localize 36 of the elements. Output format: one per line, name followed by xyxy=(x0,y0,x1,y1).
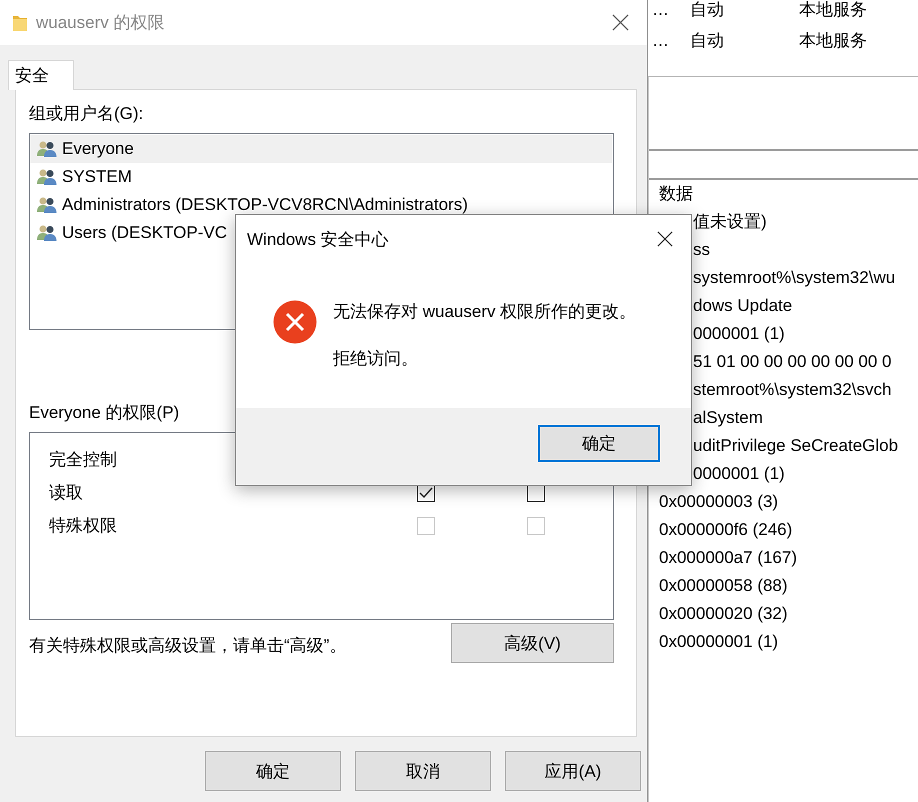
log-on-as: 本地服务 xyxy=(799,30,868,52)
registry-value: 51 01 00 00 00 00 00 00 0 xyxy=(693,352,892,371)
registry-value: dows Update xyxy=(693,296,792,315)
error-message: 无法保存对 wuauserv 权限所作的更改。 xyxy=(333,301,636,323)
user-name: Everyone xyxy=(62,139,134,159)
service-name: … xyxy=(652,0,670,20)
registry-value: alSystem xyxy=(693,408,763,427)
permission-name: 完全控制 xyxy=(49,449,118,471)
startup-type: 自动 xyxy=(690,30,725,52)
groups-label: 组或用户名(G): xyxy=(29,103,144,125)
registry-value: systemroot%\system32\wu xyxy=(693,268,896,287)
registry-value: 0x00000001 (1) xyxy=(659,632,778,651)
permission-name: 读取 xyxy=(49,482,84,504)
user-name: Users (DESKTOP-VC xyxy=(62,223,227,243)
registry-value: 0x00000020 (32) xyxy=(659,604,788,623)
registry-value: 0000001 (1) xyxy=(693,324,785,343)
registry-value: 0x00000058 (88) xyxy=(659,576,788,595)
registry-value: 0x000000a7 (167) xyxy=(659,548,798,567)
dialog-title: Windows 安全中心 xyxy=(247,228,389,250)
permission-name: 特殊权限 xyxy=(49,515,118,537)
registry-value: 0x00000003 (3) xyxy=(659,492,778,511)
registry-value: 0000001 (1) xyxy=(693,464,785,483)
window-title: wuauserv 的权限 xyxy=(36,12,166,34)
service-name: … xyxy=(652,30,670,50)
registry-value: 值未设置) xyxy=(693,212,767,231)
user-name: Administrators (DESKTOP-VCV8RCN\Administrators) xyxy=(62,195,468,215)
log-on-as: 本地服务 xyxy=(799,0,868,21)
error-detail: 拒绝访问。 xyxy=(333,348,419,370)
permissions-label: Everyone 的权限(P) xyxy=(29,402,180,424)
registry-value: stemroot%\system32\svch xyxy=(693,380,892,399)
registry-value: 0x000000f6 (246) xyxy=(659,520,792,539)
advanced-note: 有关特殊权限或高级设置，请单击“高级”。 xyxy=(29,635,346,657)
registry-value: ss xyxy=(693,240,710,259)
startup-type: 自动 xyxy=(690,0,725,21)
user-name: SYSTEM xyxy=(62,167,132,187)
registry-value: uditPrivilege SeCreateGlob xyxy=(693,436,898,455)
